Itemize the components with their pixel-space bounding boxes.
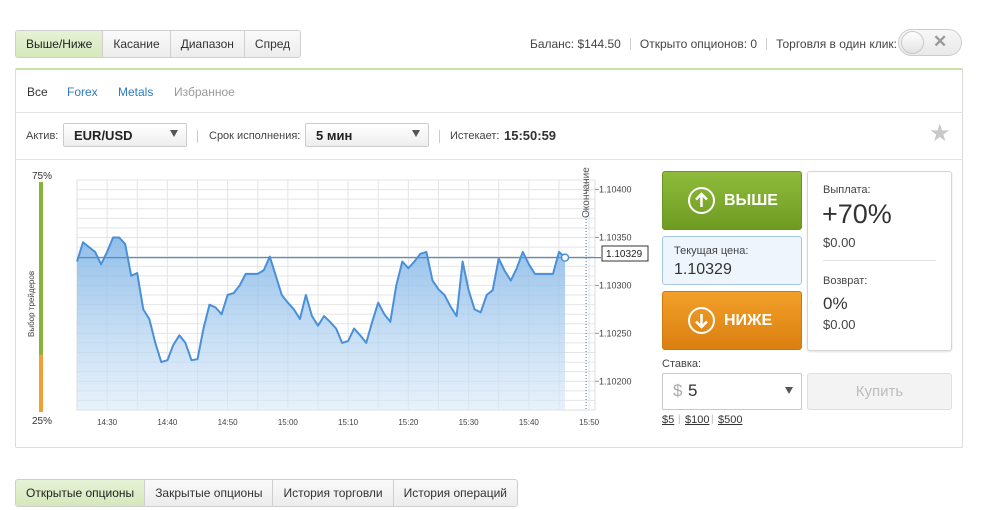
stake-input[interactable]: $ 5 <box>662 373 802 410</box>
history-tabs: Открытые опционы Закрытые опционы Истори… <box>15 479 518 507</box>
stake-value: 5 <box>688 381 698 400</box>
sentiment-top: 75% <box>32 171 52 182</box>
y-tick-label: 1.10350 <box>599 233 632 243</box>
asset-categories: Все Forex Metals Избранное <box>16 70 962 113</box>
x-tick-label: 14:40 <box>157 418 178 427</box>
chevron-down-icon[interactable] <box>785 387 793 394</box>
buy-button[interactable]: Купить <box>807 373 952 410</box>
x-tick-label: 14:50 <box>218 418 239 427</box>
tab-operations-history[interactable]: История операций <box>393 480 517 506</box>
x-axis-labels: 14:30 14:40 14:50 15:00 15:10 15:20 15:30 15:40… <box>97 418 600 427</box>
category-all[interactable]: Все <box>27 85 48 99</box>
payout-percent: +70% <box>822 199 892 229</box>
option-type-tabs: Выше/Ниже Касание Диапазон Спред <box>15 30 302 58</box>
favorite-star-icon[interactable]: ★ <box>929 122 951 146</box>
tab-closed-options[interactable]: Закрытые опционы <box>145 480 274 506</box>
expiry-marker-label: Окончание <box>581 167 592 218</box>
trade-controls: Актив: EUR/USD Срок исполнения: 5 мин Ис… <box>16 112 962 160</box>
x-tick-label: 15:20 <box>398 418 419 427</box>
one-click-toggle[interactable]: ✕ <box>898 29 962 56</box>
asset-value: EUR/USD <box>74 128 133 143</box>
lower-label: НИЖЕ <box>724 312 773 329</box>
category-forex[interactable]: Forex <box>67 85 98 99</box>
one-click-label: Торговля в один клик: <box>776 37 897 51</box>
chevron-down-icon <box>170 130 178 137</box>
current-price-value: 1.10329 <box>674 261 732 278</box>
open-options-value: 0 <box>750 37 758 51</box>
refund-percent: 0% <box>823 294 848 313</box>
expires-value: 15:50:59 <box>504 128 557 143</box>
balance-label: Баланс: <box>529 37 575 51</box>
tab-range[interactable]: Диапазон <box>170 31 245 57</box>
x-tick-label: 15:10 <box>338 418 359 427</box>
y-tick-label: 1.10200 <box>599 376 632 386</box>
stake-label: Ставка: <box>662 358 702 370</box>
current-point <box>560 253 570 262</box>
sentiment-down-bar <box>39 354 43 412</box>
tab-trade-history[interactable]: История торговли <box>273 480 394 506</box>
tab-open-options[interactable]: Открытые опционы <box>16 480 146 506</box>
quick-amount-5[interactable]: $5 <box>662 414 674 426</box>
account-info: Баланс: $144.50 Открыто опционов: 0 Торг… <box>530 37 897 51</box>
current-price-tag: 1.10329 <box>606 249 643 260</box>
chevron-down-icon <box>412 130 420 137</box>
quick-amount-500[interactable]: $500 <box>718 414 742 426</box>
arrow-down-icon <box>688 307 715 334</box>
payout-label: Выплата: <box>823 184 871 196</box>
asset-select[interactable]: EUR/USD <box>63 123 187 147</box>
close-icon: ✕ <box>933 32 948 51</box>
quick-amount-100[interactable]: $100 <box>685 414 709 426</box>
x-tick-label: 15:50 <box>579 418 600 427</box>
tab-high-low[interactable]: Выше/Ниже <box>16 31 104 57</box>
open-options-label: Открыто опционов: <box>639 37 748 51</box>
sentiment-bottom: 25% <box>32 416 52 427</box>
x-tick-label: 15:30 <box>459 418 480 427</box>
sentiment-bar <box>39 182 43 412</box>
toggle-knob <box>901 31 924 54</box>
refund-label: Возврат: <box>823 275 868 287</box>
category-metals[interactable]: Metals <box>118 85 153 99</box>
y-tick-label: 1.10400 <box>599 185 632 195</box>
refund-amount: $0.00 <box>823 317 856 332</box>
current-price-label: Текущая цена: <box>674 245 749 257</box>
y-tick-label: 1.10300 <box>599 280 632 290</box>
expires-label: Истекает: <box>450 130 500 142</box>
expiry-value: 5 мин <box>316 128 353 143</box>
x-tick-label: 15:00 <box>278 418 299 427</box>
price-chart: 1.10400 1.10350 1.10300 1.10250 1.10200 14:3… <box>27 167 649 427</box>
payout-amount: $0.00 <box>823 235 856 250</box>
x-tick-label: 15:40 <box>519 418 540 427</box>
lower-button[interactable]: НИЖЕ <box>662 291 802 350</box>
x-tick-label: 14:30 <box>97 418 118 427</box>
balance-value: $144.50 <box>577 37 621 51</box>
asset-label: Актив: <box>26 130 59 142</box>
tab-spread[interactable]: Спред <box>244 31 301 57</box>
expiry-select[interactable]: 5 мин <box>305 123 429 147</box>
stake-currency: $ <box>673 381 683 400</box>
arrow-up-icon <box>688 187 715 214</box>
y-axis-labels: 1.10400 1.10350 1.10300 1.10250 1.10200 <box>595 185 632 386</box>
expiry-label: Срок исполнения: <box>209 130 301 142</box>
category-favorites[interactable]: Избранное <box>174 85 235 99</box>
y-tick-label: 1.10250 <box>599 328 632 338</box>
higher-label: ВЫШЕ <box>724 192 778 209</box>
sentiment-label: Выбор трейдеров <box>27 271 36 337</box>
tab-touch[interactable]: Касание <box>103 31 171 57</box>
higher-button[interactable]: ВЫШЕ <box>662 171 802 230</box>
sentiment-up-bar <box>39 182 43 355</box>
current-price-panel: Текущая цена: 1.10329 <box>662 236 802 285</box>
payout-panel: Выплата: +70% $0.00 Возврат: 0% $0.00 <box>807 171 952 351</box>
